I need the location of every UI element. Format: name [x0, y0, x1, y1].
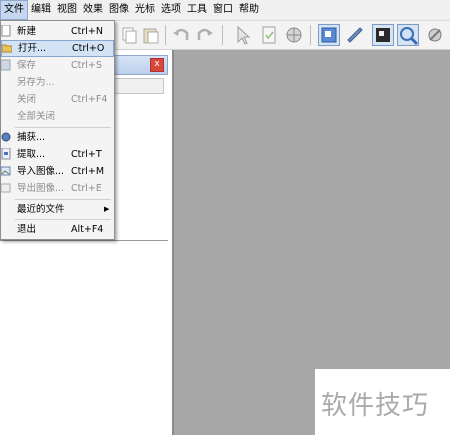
capture-icon	[1, 131, 11, 143]
menu-item-open[interactable]: 打开... Ctrl+O	[1, 40, 114, 57]
menu-view[interactable]: 视图	[54, 0, 80, 20]
undo-icon[interactable]	[170, 24, 192, 46]
menu-item-save[interactable]: 保存 Ctrl+S	[0, 57, 114, 74]
watermark: 软件技巧	[315, 369, 450, 435]
menu-separator	[15, 199, 111, 200]
menu-help[interactable]: 帮助	[236, 0, 262, 20]
import-image-icon	[0, 165, 11, 177]
menu-item-import-image[interactable]: 导入图像... Ctrl+M	[0, 163, 114, 180]
copy-icon[interactable]	[118, 24, 140, 46]
globe-icon[interactable]	[283, 24, 305, 46]
new-file-icon	[1, 24, 11, 37]
menu-cursor[interactable]: 光标	[132, 0, 158, 20]
pointer-icon[interactable]	[232, 24, 254, 46]
menu-image[interactable]: 图像	[106, 0, 132, 20]
menu-bar: 文件 编辑 视图 效果 图像 光标 选项 工具 窗口 帮助	[0, 0, 450, 21]
menu-item-capture[interactable]: 捕获...	[1, 129, 114, 146]
export-image-icon	[0, 182, 11, 194]
settings-icon[interactable]	[424, 24, 446, 46]
document-check-icon[interactable]	[258, 24, 280, 46]
brush-icon[interactable]	[344, 24, 366, 46]
menu-separator	[15, 127, 111, 128]
menu-item-recent-files[interactable]: 最近的文件 ▶	[1, 201, 114, 218]
capture-region-icon[interactable]	[318, 24, 340, 46]
paste-icon[interactable]	[140, 24, 162, 46]
zoom-icon[interactable]	[397, 24, 419, 46]
menu-options[interactable]: 选项	[158, 0, 184, 20]
menu-file[interactable]: 文件	[0, 0, 28, 20]
watermark-text: 软件技巧	[321, 391, 430, 421]
menu-item-save-as[interactable]: 另存为...	[1, 74, 114, 91]
crop-icon[interactable]	[372, 24, 394, 46]
extract-icon	[1, 147, 11, 160]
file-menu: 新建 Ctrl+N 打开... Ctrl+O 保存 Ctrl+S 另存为... …	[0, 20, 115, 240]
folder-icon	[1, 42, 13, 54]
menu-item-extract[interactable]: 提取... Ctrl+T	[1, 146, 114, 163]
menu-item-exit[interactable]: 退出 Alt+F4	[1, 221, 114, 238]
submenu-arrow-icon: ▶	[104, 205, 110, 213]
menu-tools[interactable]: 工具	[184, 0, 210, 20]
menu-item-export-image[interactable]: 导出图像... Ctrl+E	[0, 180, 114, 197]
menu-separator	[15, 219, 111, 220]
menu-item-new[interactable]: 新建 Ctrl+N	[1, 23, 114, 40]
panel-divider	[0, 240, 168, 241]
save-icon	[0, 59, 11, 71]
menu-item-close[interactable]: 关闭 Ctrl+F4	[1, 91, 114, 108]
redo-icon[interactable]	[194, 24, 216, 46]
close-icon[interactable]: x	[150, 58, 164, 72]
menu-item-close-all[interactable]: 全部关闭	[1, 108, 114, 125]
menu-effects[interactable]: 效果	[80, 0, 106, 20]
menu-edit[interactable]: 编辑	[28, 0, 54, 20]
menu-window[interactable]: 窗口	[210, 0, 236, 20]
